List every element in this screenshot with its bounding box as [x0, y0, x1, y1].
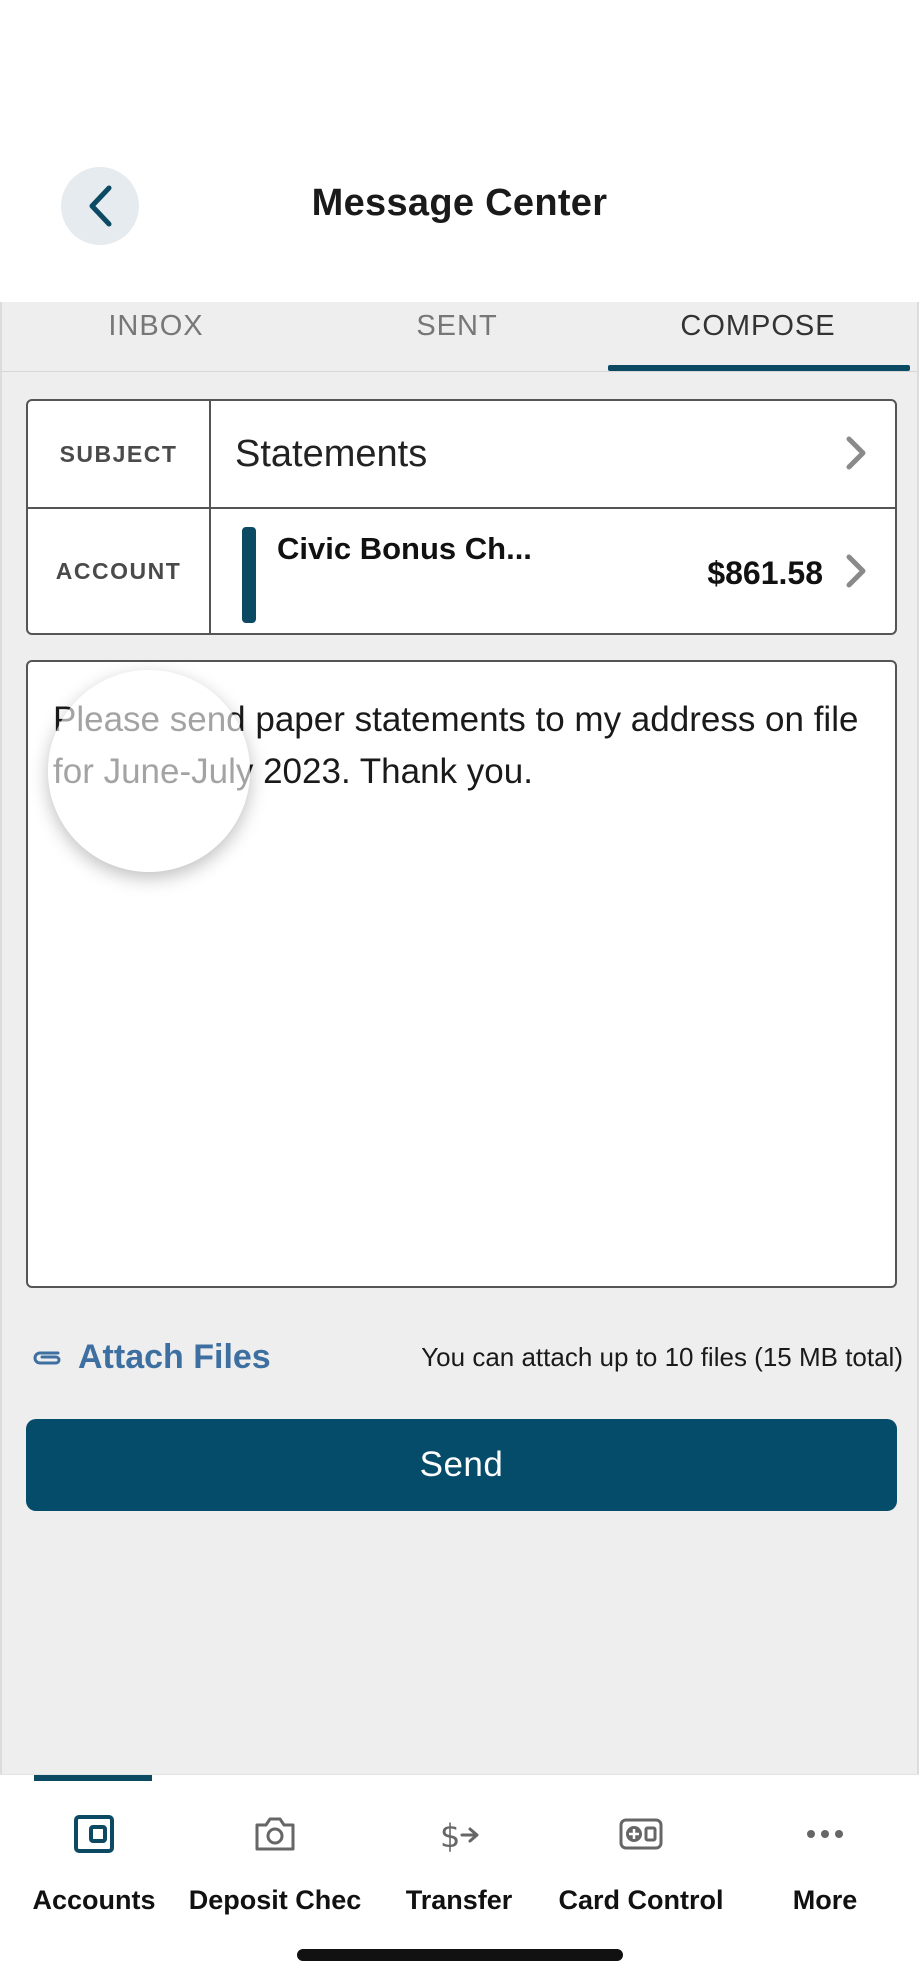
transfer-dollar-icon: $: [440, 1817, 479, 1855]
more-dots-icon: [807, 1830, 843, 1838]
camera-icon: [255, 1817, 295, 1851]
tab-inbox[interactable]: INBOX: [6, 302, 306, 372]
nav-label-transfer: Transfer: [405, 1885, 513, 1915]
svg-text:$: $: [440, 1817, 460, 1855]
nav-label-more: More: [792, 1885, 858, 1915]
subject-value: Statements: [235, 433, 428, 475]
nav-label-card-control: Card Control: [558, 1885, 724, 1915]
paperclip-icon: [33, 1351, 61, 1364]
home-indicator: [297, 1949, 623, 1961]
account-balance: $861.58: [707, 555, 823, 591]
subject-row[interactable]: SUBJECT Statements: [28, 401, 895, 509]
wallet-icon: [74, 1815, 114, 1853]
attach-limit-note: You can attach up to 10 files (15 MB tot…: [421, 1342, 903, 1372]
attach-files-button[interactable]: Attach Files: [32, 1338, 271, 1377]
tab-sent[interactable]: SENT: [307, 302, 607, 372]
chevron-right-icon: [846, 436, 866, 470]
compose-panel: INBOX SENT COMPOSE SUBJECT Statements AC…: [0, 302, 919, 1774]
account-color-bar: [242, 527, 256, 623]
chevron-right-icon: [846, 554, 866, 588]
active-tab-indicator: [608, 365, 910, 371]
attach-files-label: Attach Files: [78, 1338, 271, 1376]
send-button[interactable]: Send: [26, 1419, 897, 1511]
nav-transfer[interactable]: $ Transfer: [384, 1775, 534, 1915]
account-row[interactable]: ACCOUNT Civic Bonus Ch... $861.58: [28, 509, 895, 633]
page-title: Message Center: [311, 182, 608, 224]
message-textarea[interactable]: Please send paper statements to my addre…: [26, 660, 897, 1288]
subject-label: SUBJECT: [28, 401, 211, 507]
tab-bar: INBOX SENT COMPOSE: [2, 302, 917, 372]
nav-accounts[interactable]: Accounts: [14, 1775, 174, 1915]
nav-more[interactable]: More: [760, 1775, 890, 1915]
header: Message Center: [0, 0, 919, 302]
tab-compose[interactable]: COMPOSE: [608, 302, 908, 372]
account-label: ACCOUNT: [28, 509, 211, 633]
nav-deposit-check[interactable]: Deposit Chec: [180, 1775, 370, 1915]
message-text: Please send paper statements to my addre…: [53, 700, 859, 791]
nav-label-deposit: Deposit Chec: [188, 1885, 362, 1915]
nav-card-control[interactable]: Card Control: [546, 1775, 736, 1915]
message-fields: SUBJECT Statements ACCOUNT Civic Bonus C…: [26, 399, 897, 635]
nav-label-accounts: Accounts: [32, 1885, 156, 1915]
card-control-icon: [619, 1818, 663, 1850]
account-name: Civic Bonus Ch...: [277, 531, 532, 566]
